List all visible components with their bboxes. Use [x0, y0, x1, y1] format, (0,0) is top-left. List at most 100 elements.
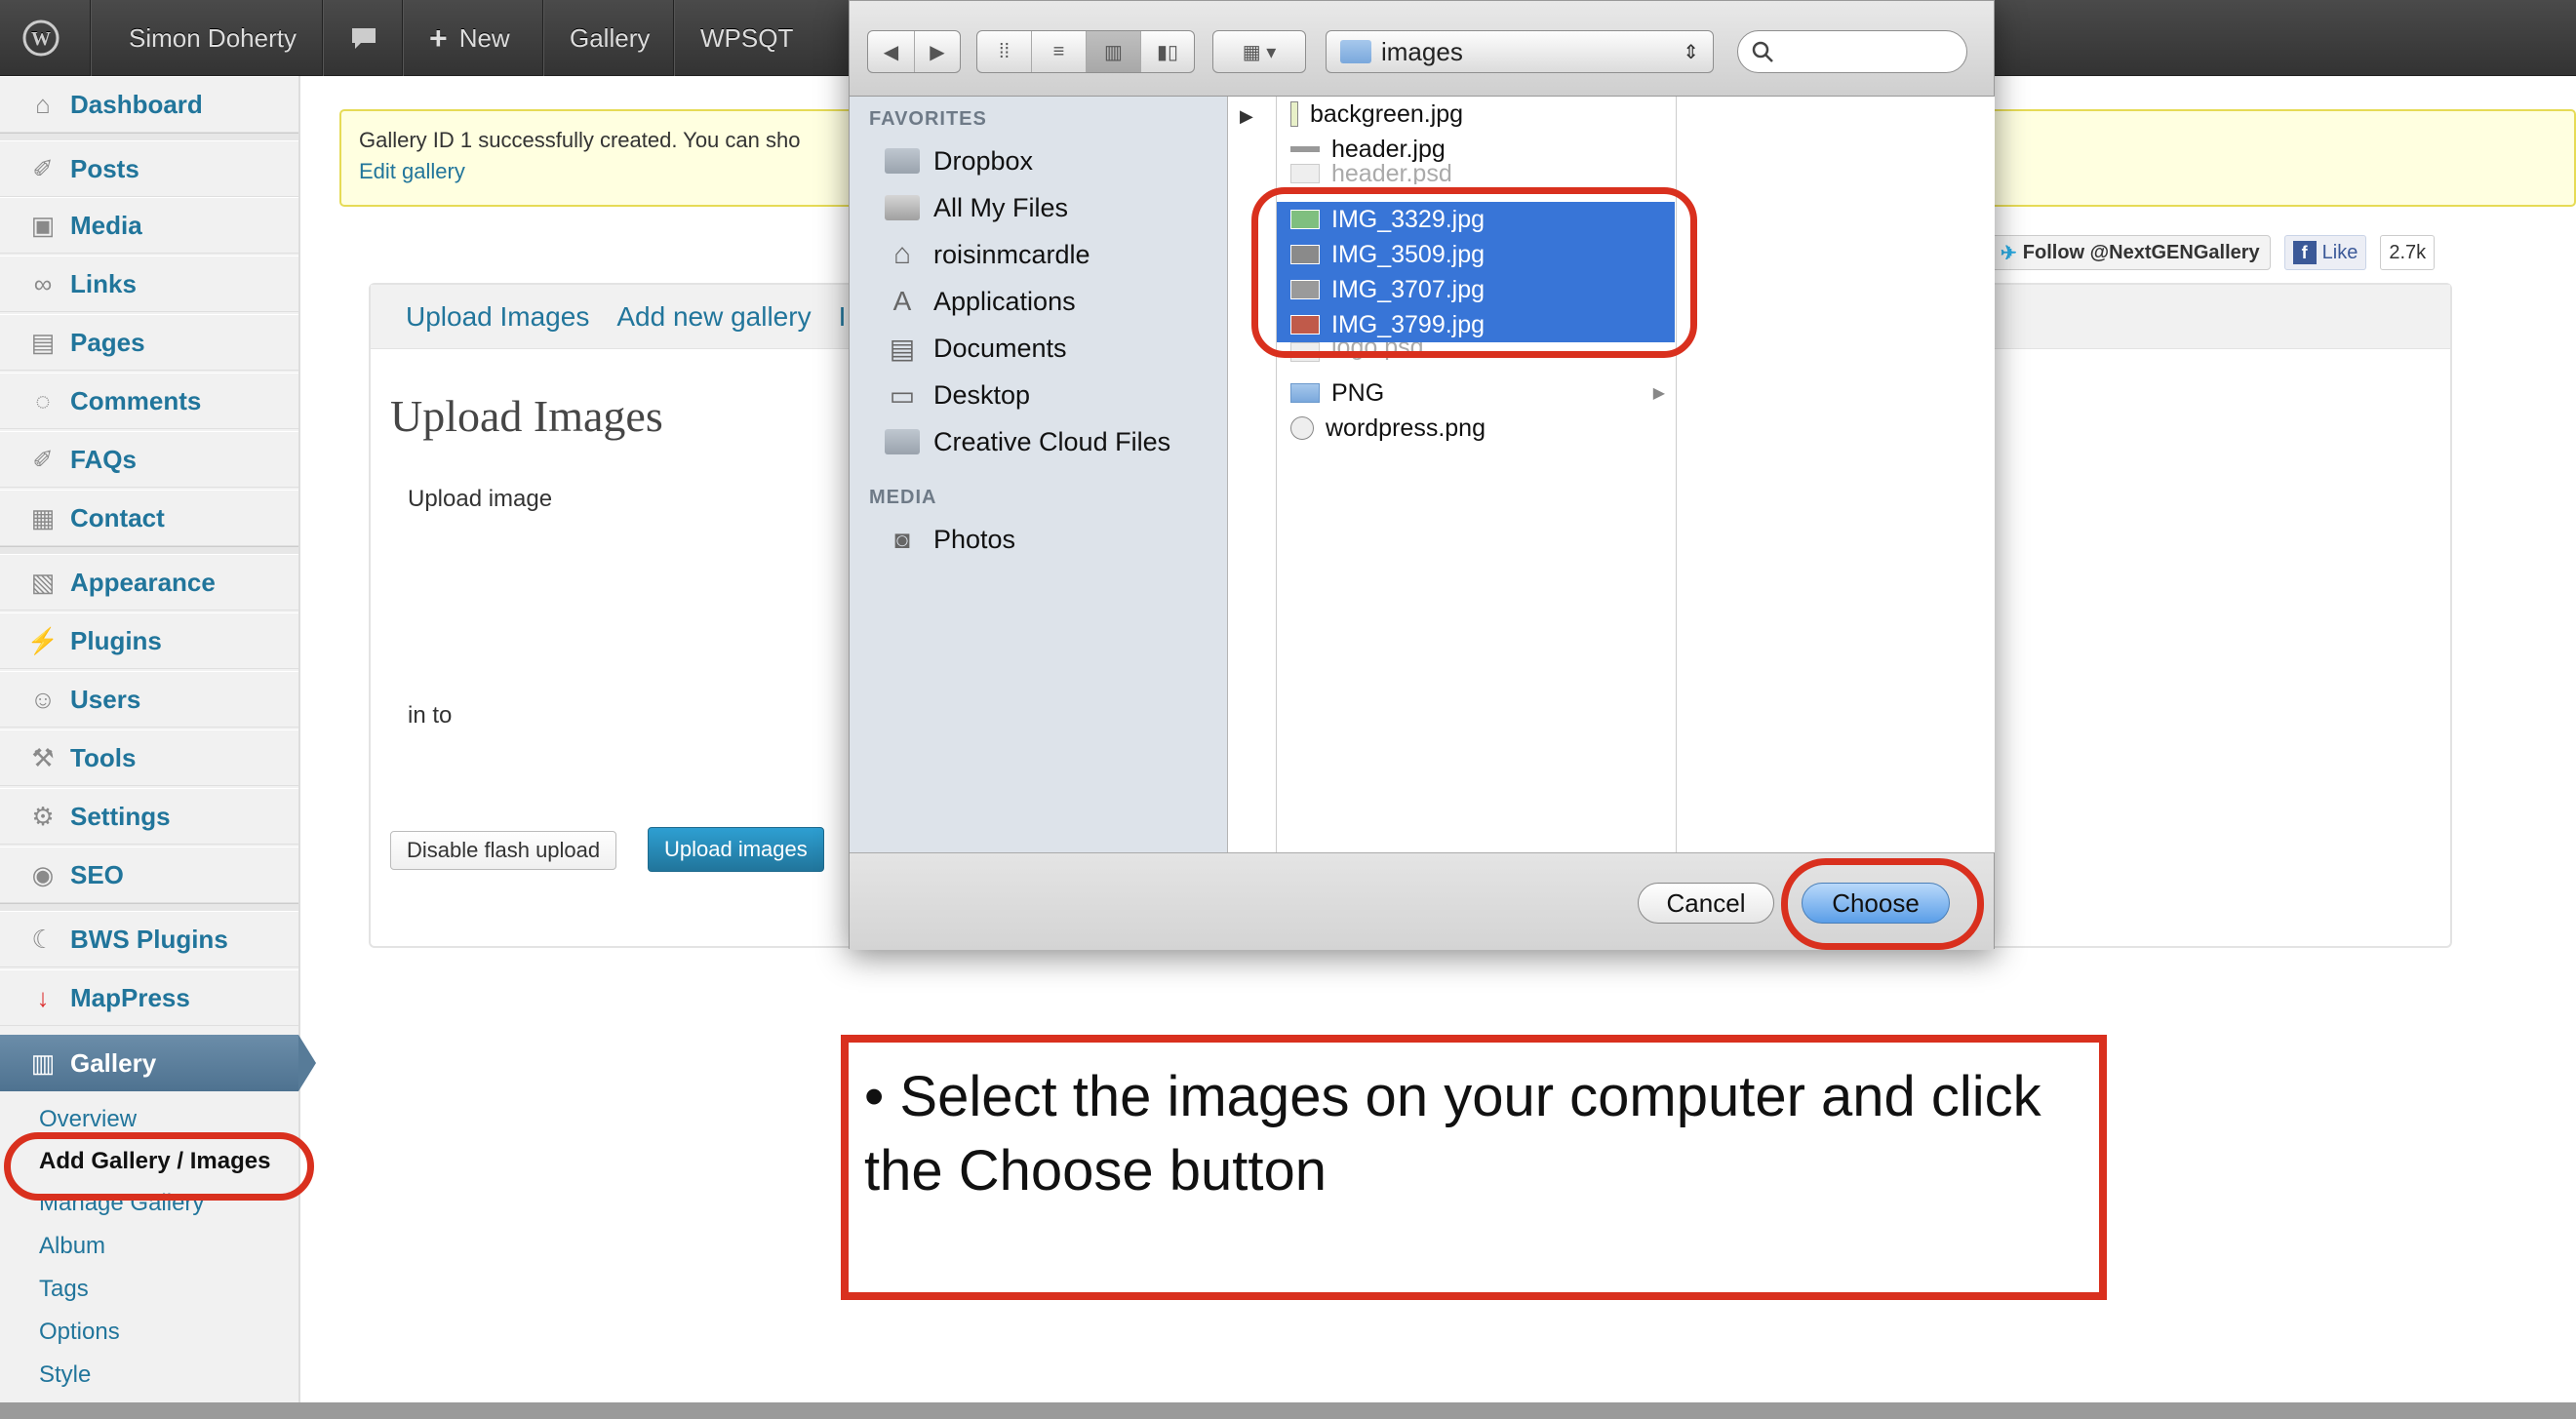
folder-icon [885, 147, 920, 175]
comment-icon[interactable] [349, 0, 378, 76]
tab-upload-images[interactable]: Upload Images [406, 301, 589, 333]
link-icon: ∞ [33, 268, 53, 298]
search-icon [1752, 41, 1773, 62]
twitter-follow-button[interactable]: ✈ Follow @NextGENGallery [1990, 235, 2271, 270]
in-to-label: in to [408, 702, 453, 729]
desktop-icon: ▭ [889, 379, 916, 411]
seo-icon: ◉ [31, 859, 55, 889]
sidebar-item-desktop[interactable]: ▭ Desktop [885, 375, 1030, 414]
file-item[interactable]: header.jpg [1277, 132, 1675, 167]
social-buttons: ✈ Follow @NextGENGallery f Like 2.7k [1990, 234, 2436, 271]
submenu-tags[interactable]: Tags [39, 1270, 89, 1309]
upload-image-label: Upload image [408, 486, 553, 512]
sidebar-item-mappress[interactable]: ↓ MapPress [0, 969, 298, 1026]
column-view-icon[interactable]: ▥ [1087, 31, 1141, 72]
sidebar-item-bws-plugins[interactable]: ☾ BWS Plugins [0, 911, 298, 967]
sidebar-item-plugins[interactable]: ⚡ Plugins [0, 612, 298, 669]
search-input[interactable] [1737, 30, 1967, 73]
folder-item[interactable]: PNG ▶ [1277, 375, 1675, 411]
sidebar-item-creative-cloud[interactable]: Creative Cloud Files [885, 422, 1170, 461]
path-popup[interactable]: images ⇕ [1326, 30, 1714, 73]
cancel-button[interactable]: Cancel [1638, 883, 1774, 924]
home-icon: ⌂ [892, 238, 912, 270]
svg-text:W: W [31, 28, 51, 50]
submenu-album[interactable]: Album [39, 1227, 105, 1266]
tab-partial[interactable]: I [839, 301, 847, 333]
forward-arrow-icon[interactable]: ▶ [915, 31, 960, 72]
new-label: New [458, 22, 510, 53]
bottom-bar [0, 1402, 2576, 1419]
admin-sidebar: ⌂ Dashboard ✐ Posts ▣ Media ∞ Links ▤ Pa… [0, 76, 300, 1402]
icon-view-icon[interactable]: ⁞⁞ [977, 31, 1032, 72]
file-item[interactable]: header.psd [1277, 163, 1675, 184]
facebook-like-button[interactable]: f Like [2283, 235, 2367, 270]
column-preview [1677, 97, 1995, 852]
back-arrow-icon[interactable]: ◀ [868, 31, 915, 72]
sidebar-item-tools[interactable]: ⚒ Tools [0, 729, 298, 786]
add-gallery-highlight [4, 1132, 314, 1201]
appearance-icon: ▧ [30, 567, 56, 597]
home-icon: ⌂ [35, 89, 51, 119]
list-view-icon[interactable]: ≡ [1032, 31, 1087, 72]
sidebar-item-pages[interactable]: ▤ Pages [0, 314, 298, 371]
selected-files-highlight [1251, 187, 1697, 358]
arrange-grid-icon: ▦ ▾ [1242, 41, 1277, 63]
map-pin-icon: ↓ [36, 982, 50, 1012]
submenu-style[interactable]: Style [39, 1356, 91, 1395]
sidebar-item-seo[interactable]: ◉ SEO [0, 847, 298, 903]
file-icon [1290, 164, 1320, 183]
updown-chevron-icon: ⇕ [1683, 41, 1699, 63]
tools-icon: ⚒ [31, 742, 55, 772]
sidebar-item-documents[interactable]: ▤ Documents [885, 329, 1067, 368]
disable-flash-upload-button[interactable]: Disable flash upload [390, 831, 617, 870]
coverflow-view-icon[interactable]: ▮▯ [1141, 31, 1194, 72]
plus-icon: + [429, 20, 448, 56]
sidebar-item-dropbox[interactable]: Dropbox [885, 141, 1033, 180]
submenu-options[interactable]: Options [39, 1313, 120, 1352]
upload-images-button[interactable]: Upload images [648, 827, 824, 872]
sidebar-item-all-my-files[interactable]: All My Files [885, 188, 1068, 227]
plugin-icon: ⚡ [26, 625, 59, 655]
page-icon: ▤ [30, 327, 56, 357]
sidebar-item-gallery[interactable]: ▥ Gallery [0, 1035, 298, 1091]
sidebar-item-applications[interactable]: A Applications [885, 282, 1076, 321]
sidebar-item-users[interactable]: ☺ Users [0, 671, 298, 728]
page-title: Upload Images [390, 391, 663, 441]
admin-bar-new[interactable]: + New [429, 0, 510, 76]
wordpress-logo-icon[interactable]: W [21, 0, 60, 76]
arrange-button[interactable]: ▦ ▾ [1212, 30, 1306, 73]
sidebar-item-home[interactable]: ⌂ roisinmcardle [885, 235, 1090, 274]
file-item[interactable]: wordpress.png [1277, 411, 1675, 446]
documents-icon: ▤ [889, 333, 916, 364]
folder-icon [1340, 40, 1371, 63]
tab-add-new-gallery[interactable]: Add new gallery [616, 301, 811, 333]
facebook-icon: f [2292, 241, 2317, 264]
file-item[interactable]: backgreen.jpg [1277, 97, 1675, 132]
sidebar-item-comments[interactable]: ◌ Comments [0, 373, 298, 429]
admin-bar-gallery[interactable]: Gallery [570, 0, 650, 76]
sidebar-item-faqs[interactable]: ✐ FAQs [0, 431, 298, 488]
choose-button-highlight [1781, 858, 1984, 950]
sidebar-item-dashboard[interactable]: ⌂ Dashboard [0, 76, 298, 133]
current-menu-arrow [298, 1035, 316, 1091]
sidebar-item-appearance[interactable]: ▧ Appearance [0, 554, 298, 611]
disclosure-arrow-icon: ▶ [1652, 385, 1665, 402]
like-label: Like [2321, 241, 2358, 263]
twitter-bird-icon: ✈ [2001, 242, 2017, 264]
back-forward-buttons: ◀ ▶ [867, 30, 961, 73]
sidebar-item-media[interactable]: ▣ Media [0, 197, 298, 254]
settings-icon: ⚙ [31, 801, 55, 831]
file-open-dialog: ◀ ▶ ⁞⁞ ≡ ▥ ▮▯ ▦ ▾ images ⇕ FAVORITES Dro… [849, 0, 1995, 950]
dialog-toolbar: ◀ ▶ ⁞⁞ ≡ ▥ ▮▯ ▦ ▾ images ⇕ [850, 1, 1994, 97]
sidebar-item-contact[interactable]: ▦ Contact [0, 490, 298, 546]
sidebar-item-settings[interactable]: ⚙ Settings [0, 788, 298, 845]
path-label: images [1381, 36, 1463, 66]
file-icon [1290, 146, 1320, 152]
sidebar-item-posts[interactable]: ✐ Posts [0, 140, 298, 197]
admin-bar-user[interactable]: Simon Doherty [129, 0, 297, 76]
admin-bar-wpsqt[interactable]: WPSQT [700, 0, 793, 76]
sidebar-item-links[interactable]: ∞ Links [0, 256, 298, 312]
applications-icon: A [892, 286, 912, 316]
sidebar-item-photos[interactable]: ◙ Photos [885, 520, 1015, 559]
media-icon: ▣ [30, 210, 56, 240]
